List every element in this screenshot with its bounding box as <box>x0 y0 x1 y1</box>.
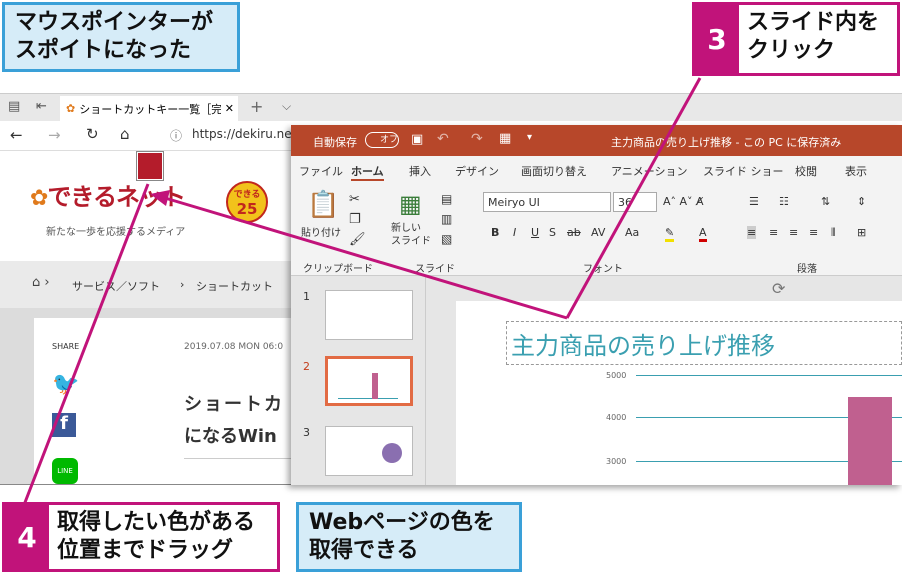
step3-callout: 3 スライド内を クリック <box>692 2 900 76</box>
step4-text: 取得したい色がある 位置までドラッグ <box>57 510 256 563</box>
step3-number: 3 <box>695 5 739 73</box>
step3-text: スライド内を クリック <box>747 10 880 63</box>
annotation-arrows <box>22 77 702 506</box>
arrowhead-icon <box>150 190 170 206</box>
step4-number: 4 <box>5 505 49 569</box>
dropper-callout: マウスポインターが スポイトになった <box>2 2 240 72</box>
step4-leader <box>22 183 150 506</box>
step4-callout: 4 取得したい色がある 位置までドラッグ <box>2 502 280 572</box>
drag-arrow <box>164 196 568 320</box>
web-color-callout: Webページの色を 取得できる <box>296 502 522 572</box>
step3-leader <box>565 77 702 319</box>
